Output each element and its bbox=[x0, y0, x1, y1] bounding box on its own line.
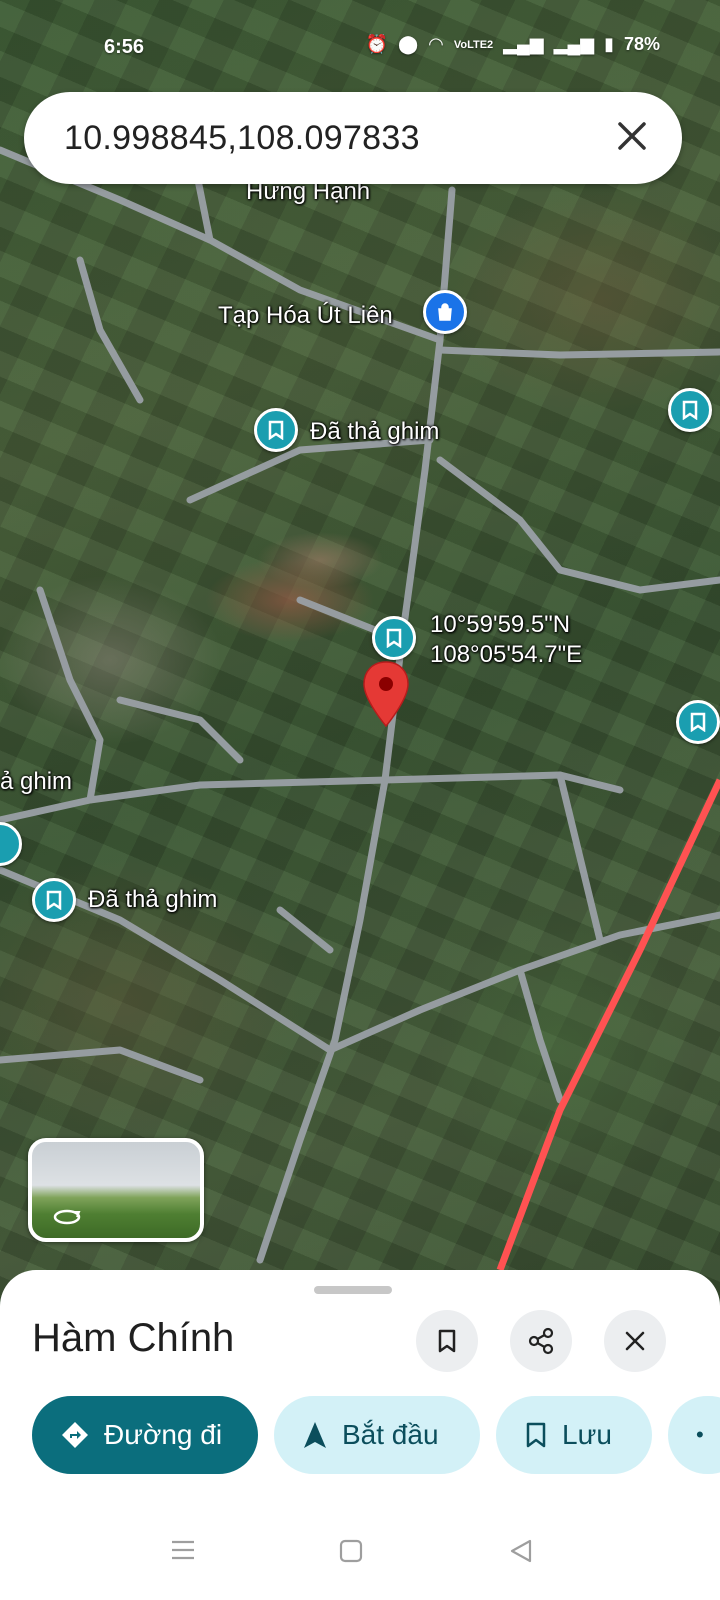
coordinate-pin-icon[interactable] bbox=[372, 616, 416, 660]
status-bar: 6:56 ⏰ ⬤ ◠ VoLTE2 ▂▄▆ ▂▄▆ ▮ 78% bbox=[0, 28, 720, 68]
status-icons: ⏰ ⬤ ◠ VoLTE2 ▂▄▆ ▂▄▆ ▮ 78% bbox=[366, 34, 660, 55]
battery-icon: ▮ bbox=[604, 34, 614, 54]
start-label: Bắt đầu bbox=[342, 1419, 439, 1450]
system-navigation-bar bbox=[0, 1500, 720, 1600]
dropped-pin-marker-icon[interactable] bbox=[360, 660, 412, 730]
more-chip-button[interactable]: • bbox=[668, 1396, 720, 1474]
save-label: Lưu bbox=[562, 1419, 612, 1450]
wifi-icon: ◠ bbox=[428, 34, 444, 54]
coordinate-label[interactable]: 10°59'59.5"N 108°05'54.7"E bbox=[430, 610, 582, 670]
start-button[interactable]: Bắt đầu bbox=[274, 1396, 480, 1474]
location-icon: ⬤ bbox=[397, 34, 419, 54]
sheet-drag-handle[interactable] bbox=[314, 1286, 392, 1294]
battery-percentage: 78% bbox=[623, 34, 660, 54]
map-label-pin-2[interactable]: Đã thả ghim bbox=[88, 886, 217, 914]
share-icon bbox=[528, 1327, 554, 1355]
place-bottom-sheet[interactable]: Hàm Chính Đường đi Bắt đầu Lưu • bbox=[0, 1270, 720, 1600]
saved-pin-icon-right-2[interactable] bbox=[676, 700, 720, 744]
shopping-bag-icon[interactable] bbox=[423, 290, 467, 334]
map-label-shop[interactable]: Tạp Hóa Út Liên bbox=[218, 302, 393, 330]
close-icon[interactable] bbox=[612, 116, 652, 156]
coordinate-longitude: 108°05'54.7"E bbox=[430, 641, 583, 668]
saved-pin-icon-right[interactable] bbox=[668, 388, 712, 432]
share-icon: • bbox=[696, 1422, 704, 1447]
save-button[interactable] bbox=[416, 1310, 478, 1372]
recent-apps-icon[interactable] bbox=[170, 1538, 196, 1562]
share-button[interactable] bbox=[510, 1310, 572, 1372]
saved-pin-icon-2[interactable] bbox=[32, 878, 76, 922]
navigation-arrow-icon bbox=[302, 1420, 328, 1450]
street-view-rotate-icon bbox=[53, 1209, 81, 1225]
home-icon[interactable] bbox=[338, 1538, 364, 1564]
directions-icon bbox=[60, 1420, 90, 1450]
map-label-pin-1[interactable]: Đã thả ghim bbox=[310, 418, 439, 446]
signal-icon: ▂▄▆ bbox=[503, 34, 544, 54]
saved-pin-icon[interactable] bbox=[254, 408, 298, 452]
directions-label: Đường đi bbox=[104, 1419, 223, 1450]
search-input[interactable]: 10.998845,108.097833 bbox=[64, 119, 420, 158]
close-button[interactable] bbox=[604, 1310, 666, 1372]
alarm-icon: ⏰ bbox=[365, 34, 388, 54]
street-view-thumbnail[interactable] bbox=[28, 1138, 204, 1242]
bookmark-icon bbox=[438, 1329, 456, 1353]
coordinate-latitude: 10°59'59.5"N bbox=[430, 611, 571, 638]
bookmark-icon bbox=[524, 1421, 548, 1449]
search-bar[interactable]: 10.998845,108.097833 bbox=[24, 92, 682, 184]
map-label-pin-left[interactable]: ả ghim bbox=[0, 768, 72, 796]
back-icon[interactable] bbox=[508, 1538, 534, 1564]
place-title: Hàm Chính bbox=[32, 1316, 235, 1360]
satellite-map[interactable]: 6:56 ⏰ ⬤ ◠ VoLTE2 ▂▄▆ ▂▄▆ ▮ 78% Hưng Hạn… bbox=[0, 0, 720, 1300]
status-time: 6:56 bbox=[104, 36, 145, 58]
directions-button[interactable]: Đường đi bbox=[32, 1396, 258, 1474]
signal-icon-2: ▂▄▆ bbox=[553, 34, 595, 54]
close-icon bbox=[625, 1331, 645, 1351]
volte-label: VoLTE2 bbox=[453, 38, 494, 51]
save-chip-button[interactable]: Lưu bbox=[496, 1396, 652, 1474]
